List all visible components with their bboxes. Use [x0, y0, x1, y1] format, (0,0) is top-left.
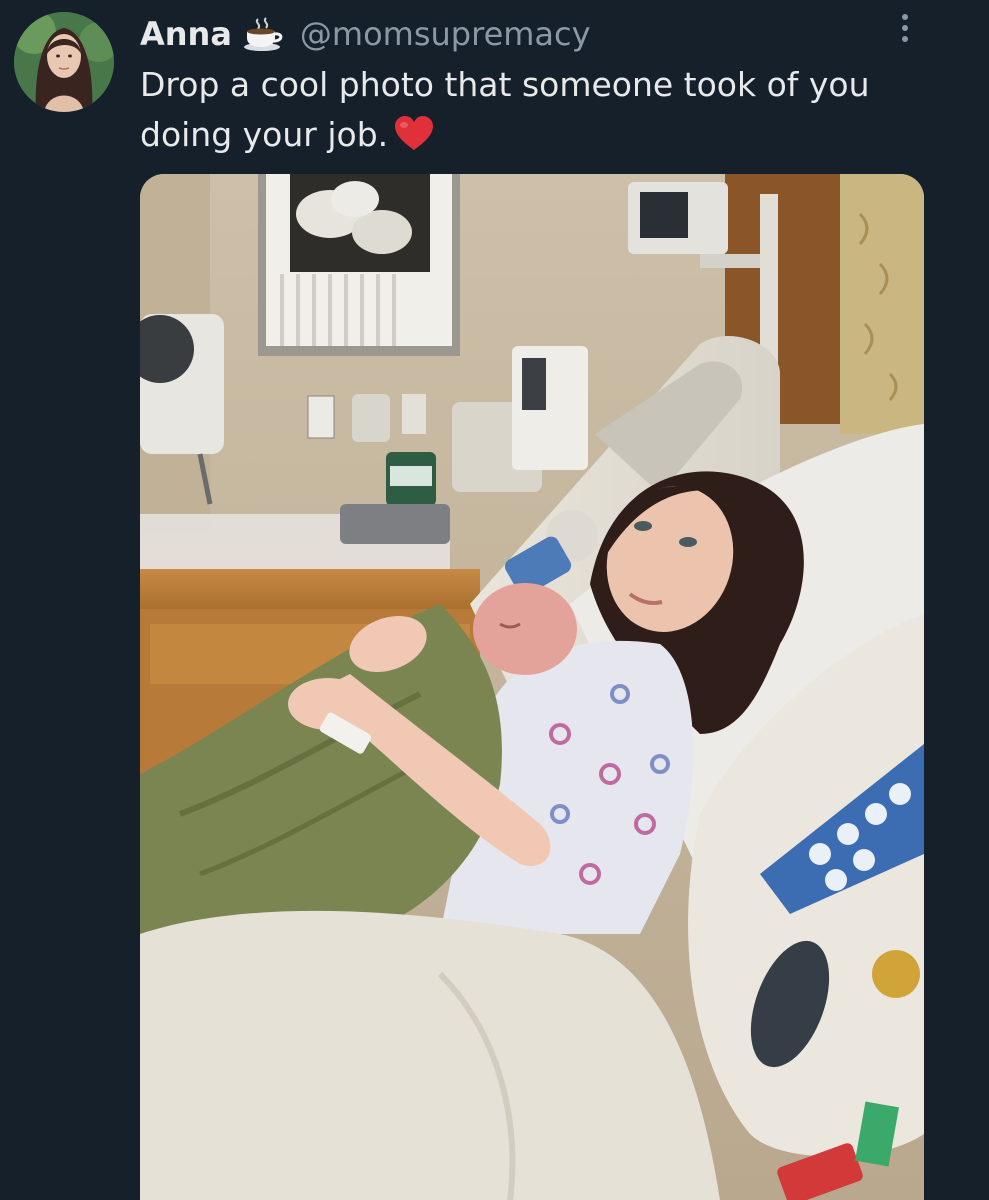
avatar-image	[14, 12, 114, 112]
tweet-body: Drop a cool photo that someone took of y…	[140, 65, 870, 154]
heart-icon	[395, 116, 434, 150]
display-name[interactable]: Anna	[140, 15, 232, 53]
photo-hospital-room	[140, 174, 924, 1200]
more-options-icon[interactable]	[894, 10, 916, 46]
coffee-icon	[243, 17, 283, 51]
avatar[interactable]	[14, 12, 114, 112]
tweet: Anna @momsupremacy Drop a cool photo tha…	[0, 0, 989, 1200]
user-handle[interactable]: @momsupremacy	[300, 15, 591, 53]
tweet-header: Anna @momsupremacy	[140, 12, 591, 56]
tweet-photo[interactable]	[140, 174, 924, 1200]
tweet-text: Drop a cool photo that someone took of y…	[140, 60, 940, 160]
